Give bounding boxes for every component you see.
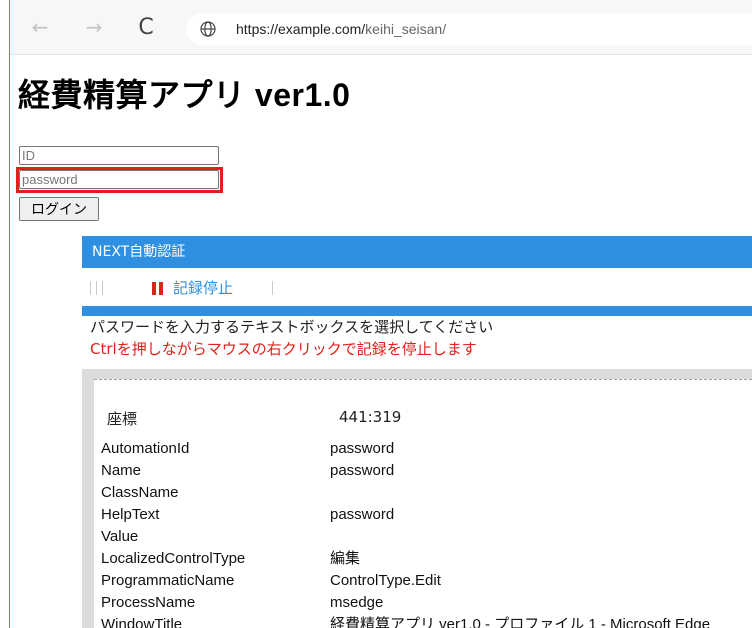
- coordinate-value: 441:319: [339, 408, 402, 426]
- property-name: ProcessName: [101, 594, 196, 611]
- toolbar-separator: [272, 281, 273, 295]
- globe-icon: [200, 21, 216, 37]
- property-name: ProgrammaticName: [101, 572, 235, 589]
- property-name: AutomationId: [101, 440, 190, 457]
- instruction-text: パスワードを入力するテキストボックスを選択してください: [90, 318, 494, 336]
- property-value: password: [330, 506, 395, 523]
- property-name: Value: [101, 528, 139, 545]
- grip-handle[interactable]: [90, 281, 103, 295]
- property-value: 経費精算アプリ ver1.0 - プロファイル 1 - Microsoft Ed…: [330, 616, 711, 628]
- property-value: ControlType.Edit: [330, 572, 441, 589]
- page: ← → C https://example.com/keihi_seisan/ …: [0, 0, 752, 628]
- reload-icon: C: [138, 14, 154, 40]
- selection-highlight: [16, 167, 223, 193]
- browser-toolbar: ← → C https://example.com/keihi_seisan/: [10, 0, 752, 55]
- element-info-area: 座標 441:319 AutomationId password Name passw…: [82, 369, 752, 628]
- property-name: LocalizedControlType: [101, 550, 246, 567]
- back-button[interactable]: ←: [24, 12, 56, 42]
- pause-icon: [152, 281, 166, 296]
- window-left-edge: [0, 0, 10, 628]
- panel-toolbar: 記録停止: [82, 268, 752, 306]
- stop-recording-button[interactable]: 記録停止: [152, 276, 233, 298]
- panel-header: NEXT自動認証: [82, 236, 752, 268]
- property-name: HelpText: [101, 506, 160, 523]
- property-value: password: [330, 440, 395, 457]
- next-auth-panel: NEXT自動認証 記録停止 パスワードを入力するテキストボックスを選択してくださ…: [82, 236, 752, 628]
- panel-divider: [82, 306, 752, 316]
- element-info-box: 座標 441:319 AutomationId password Name passw…: [94, 379, 752, 628]
- forward-button[interactable]: →: [78, 12, 110, 42]
- forward-arrow-icon: →: [85, 15, 103, 39]
- url-path: keihi_seisan/: [365, 21, 447, 37]
- property-name: ClassName: [101, 484, 179, 501]
- login-button[interactable]: ログイン: [19, 197, 99, 221]
- url-text: https://example.com/keihi_seisan/: [236, 21, 446, 37]
- coordinate-label: 座標: [107, 410, 138, 428]
- url-host: https://example.com/: [236, 21, 366, 37]
- back-arrow-icon: ←: [31, 15, 49, 39]
- property-value: 編集: [330, 550, 361, 567]
- reload-button[interactable]: C: [130, 12, 162, 42]
- page-title: 経費精算アプリ ver1.0: [18, 77, 351, 113]
- stop-recording-label: 記録停止: [173, 278, 234, 297]
- property-name: Name: [101, 462, 142, 479]
- property-value: msedge: [330, 594, 384, 611]
- address-bar[interactable]: https://example.com/keihi_seisan/: [186, 13, 752, 45]
- property-value: password: [330, 462, 395, 479]
- property-name: WindowTitle: [101, 616, 183, 628]
- stop-hint-text: Ctrlを押しながらマウスの右クリックで記録を停止します: [90, 340, 477, 358]
- id-input[interactable]: [19, 146, 219, 165]
- instructions: パスワードを入力するテキストボックスを選択してください Ctrlを押しながらマウ…: [82, 316, 752, 368]
